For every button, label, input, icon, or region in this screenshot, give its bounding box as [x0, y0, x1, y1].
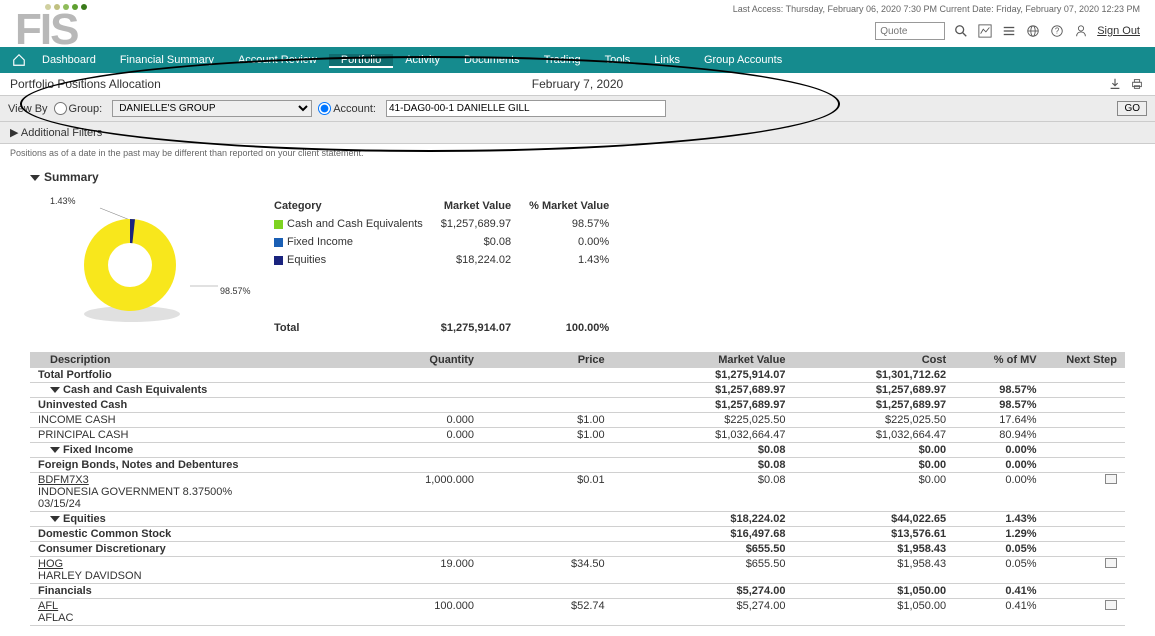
home-icon[interactable]	[8, 53, 30, 67]
note-icon[interactable]	[1105, 558, 1117, 568]
chart-icon[interactable]	[977, 23, 993, 39]
legend-row: Cash and Cash Equivalents$1,257,689.9798…	[272, 216, 623, 232]
table-row: Uninvested Cash$1,257,689.97$1,257,689.9…	[30, 398, 1125, 413]
quote-input[interactable]	[875, 22, 945, 40]
nav-item-dashboard[interactable]: Dashboard	[30, 54, 108, 66]
legend-row: Fixed Income$0.080.00%	[272, 234, 623, 250]
table-row: Financials$5,274.00$1,050.000.41%	[30, 584, 1125, 599]
view-by-label: View By	[8, 103, 48, 115]
col-market-value: Market Value	[613, 352, 794, 368]
search-icon[interactable]	[953, 23, 969, 39]
nav-item-links[interactable]: Links	[642, 54, 692, 66]
table-row: AFLAFLAC100.000$52.74$5,274.00$1,050.000…	[30, 599, 1125, 626]
summary-heading[interactable]: Summary	[30, 166, 1125, 188]
page-header: Portfolio Positions Allocation February …	[0, 73, 1155, 96]
col-pct-mv: % of MV	[954, 352, 1044, 368]
note-icon[interactable]	[1105, 474, 1117, 484]
group-select[interactable]: DANIELLE'S GROUP	[112, 100, 312, 117]
nav-bar: DashboardFinancial SummaryAccount Review…	[0, 47, 1155, 73]
col-description: Description	[30, 352, 372, 368]
col-quantity: Quantity	[372, 352, 483, 368]
table-row: HOGHARLEY DAVIDSON19.000$34.50$655.50$1,…	[30, 557, 1125, 584]
note-icon[interactable]	[1105, 600, 1117, 610]
account-input[interactable]	[386, 100, 666, 117]
table-row: PRINCIPAL CASH0.000$1.00$1,032,664.47$1,…	[30, 428, 1125, 443]
disclaimer-text: Positions as of a date in the past may b…	[0, 144, 1155, 162]
table-row: Consumer Discretionary$655.50$1,958.430.…	[30, 542, 1125, 557]
donut-chart: 1.43% 98.57%	[30, 196, 250, 326]
header: FIS Last Access: Thursday, February 06, …	[0, 0, 1155, 47]
globe-icon[interactable]	[1025, 23, 1041, 39]
logo-text: FIS	[15, 12, 87, 47]
col-cost: Cost	[793, 352, 954, 368]
positions-grid: Description Quantity Price Market Value …	[30, 352, 1125, 626]
svg-text:?: ?	[1055, 27, 1060, 36]
page-date: February 7, 2020	[532, 77, 623, 91]
go-button[interactable]: GO	[1117, 101, 1147, 116]
download-icon[interactable]	[1107, 76, 1123, 92]
menu-icon[interactable]	[1001, 23, 1017, 39]
table-row: BDFM7X3INDONESIA GOVERNMENT 8.37500%03/1…	[30, 473, 1125, 512]
table-row: Fixed Income$0.08$0.000.00%	[30, 443, 1125, 458]
nav-item-documents[interactable]: Documents	[452, 54, 532, 66]
print-icon[interactable]	[1129, 76, 1145, 92]
group-radio[interactable]: Group:	[54, 102, 103, 115]
help-icon[interactable]: ?	[1049, 23, 1065, 39]
table-row: Foreign Bonds, Notes and Debentures$0.08…	[30, 458, 1125, 473]
table-row: Cash and Cash Equivalents$1,257,689.97$1…	[30, 383, 1125, 398]
donut-label-large: 98.57%	[220, 286, 251, 296]
table-row: Domestic Common Stock$16,497.68$13,576.6…	[30, 527, 1125, 542]
table-row: INCOME CASH0.000$1.00$225,025.50$225,025…	[30, 413, 1125, 428]
status-line: Last Access: Thursday, February 06, 2020…	[733, 4, 1140, 14]
logo: FIS	[15, 4, 87, 47]
nav-item-group-accounts[interactable]: Group Accounts	[692, 54, 794, 66]
summary-legend: Category Market Value % Market Value Cas…	[270, 196, 625, 338]
account-radio[interactable]: Account:	[318, 102, 376, 115]
page-title: Portfolio Positions Allocation	[10, 77, 161, 91]
nav-item-financial-summary[interactable]: Financial Summary	[108, 54, 226, 66]
table-row: Equities$18,224.02$44,022.651.43%	[30, 512, 1125, 527]
nav-item-tools[interactable]: Tools	[593, 54, 643, 66]
col-next-step: Next Step	[1045, 352, 1125, 368]
nav-item-trading[interactable]: Trading	[532, 54, 593, 66]
filter-bar: View By Group: DANIELLE'S GROUP Account:…	[0, 96, 1155, 122]
nav-item-portfolio[interactable]: Portfolio	[329, 54, 393, 68]
user-icon[interactable]	[1073, 23, 1089, 39]
signout-link[interactable]: Sign Out	[1097, 25, 1140, 37]
nav-item-account-review[interactable]: Account Review	[226, 54, 329, 66]
col-price: Price	[482, 352, 613, 368]
table-row: Total Portfolio$1,275,914.07$1,301,712.6…	[30, 368, 1125, 383]
additional-filters-toggle[interactable]: ▶ Additional Filters	[0, 122, 1155, 144]
legend-row: Equities$18,224.021.43%	[272, 252, 623, 268]
nav-item-activity[interactable]: Activity	[393, 54, 452, 66]
